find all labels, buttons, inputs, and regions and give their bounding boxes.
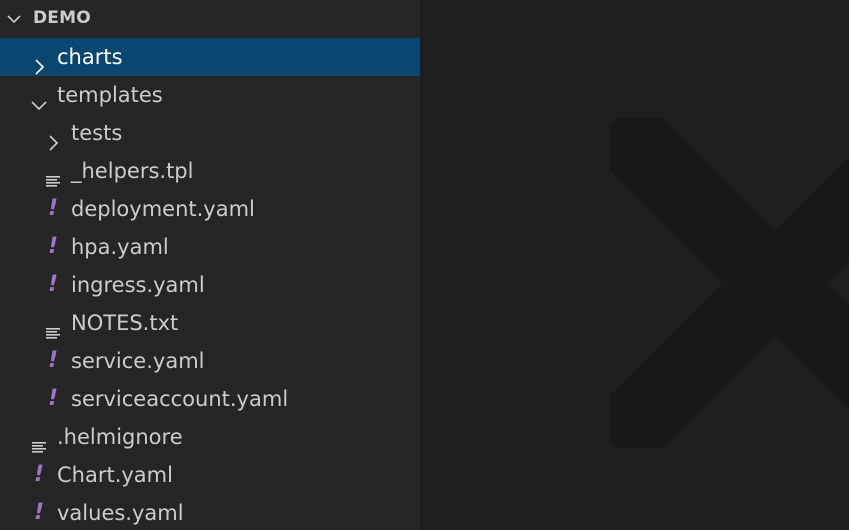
- editor-empty-area: [420, 0, 849, 530]
- yaml-exclamation-icon: !: [47, 348, 59, 373]
- tree-item-label: .helmignore: [57, 425, 183, 449]
- chevron-down-icon: [31, 87, 47, 111]
- tree-item-label: _helpers.tpl: [71, 159, 194, 183]
- explorer-section-header[interactable]: DEMO: [0, 0, 420, 38]
- tree-item-label: ingress.yaml: [71, 273, 205, 297]
- tree-file-row[interactable]: ! hpa.yaml: [0, 228, 420, 266]
- yaml-exclamation-icon: !: [47, 234, 59, 259]
- tree-file-row[interactable]: .helmignore: [0, 418, 420, 456]
- tree-item-label: NOTES.txt: [71, 311, 179, 335]
- tree-folder-row[interactable]: charts: [0, 38, 420, 76]
- tree-item-label: Chart.yaml: [57, 463, 173, 487]
- lines-file-icon: [45, 163, 61, 187]
- explorer-section-title: DEMO: [33, 8, 91, 28]
- yaml-exclamation-icon: !: [33, 462, 45, 487]
- tree-item-label: values.yaml: [57, 501, 184, 525]
- tree-file-row[interactable]: NOTES.txt: [0, 304, 420, 342]
- tree-item-label: charts: [57, 45, 123, 69]
- tree-file-row[interactable]: ! deployment.yaml: [0, 190, 420, 228]
- lines-file-icon: [31, 429, 47, 453]
- tree-item-label: hpa.yaml: [71, 235, 169, 259]
- tree-file-row[interactable]: ! Chart.yaml: [0, 456, 420, 494]
- vscode-logo-watermark-icon: [610, 118, 849, 448]
- yaml-exclamation-icon: !: [47, 386, 59, 411]
- chevron-down-icon: [7, 15, 21, 24]
- explorer-sidebar: DEMO charts templates tests _helpers.tpl! de…: [0, 0, 420, 530]
- lines-file-icon: [45, 315, 61, 339]
- tree-file-row[interactable]: ! values.yaml: [0, 494, 420, 530]
- tree-file-row[interactable]: _helpers.tpl: [0, 152, 420, 190]
- chevron-right-icon: [31, 49, 47, 75]
- tree-file-row[interactable]: ! service.yaml: [0, 342, 420, 380]
- chevron-right-icon: [45, 125, 61, 151]
- tree-item-label: deployment.yaml: [71, 197, 255, 221]
- yaml-exclamation-icon: !: [47, 196, 59, 221]
- vscode-window: DEMO charts templates tests _helpers.tpl! de…: [0, 0, 849, 530]
- tree-item-label: service.yaml: [71, 349, 205, 373]
- tree-item-label: tests: [71, 121, 123, 145]
- tree-folder-row[interactable]: templates: [0, 76, 420, 114]
- tree-item-label: templates: [57, 83, 163, 107]
- yaml-exclamation-icon: !: [47, 272, 59, 297]
- yaml-exclamation-icon: !: [33, 500, 45, 525]
- tree-file-row[interactable]: ! ingress.yaml: [0, 266, 420, 304]
- file-tree: charts templates tests _helpers.tpl! deploym…: [0, 38, 420, 530]
- tree-item-label: serviceaccount.yaml: [71, 387, 289, 411]
- tree-folder-row[interactable]: tests: [0, 114, 420, 152]
- tree-file-row[interactable]: ! serviceaccount.yaml: [0, 380, 420, 418]
